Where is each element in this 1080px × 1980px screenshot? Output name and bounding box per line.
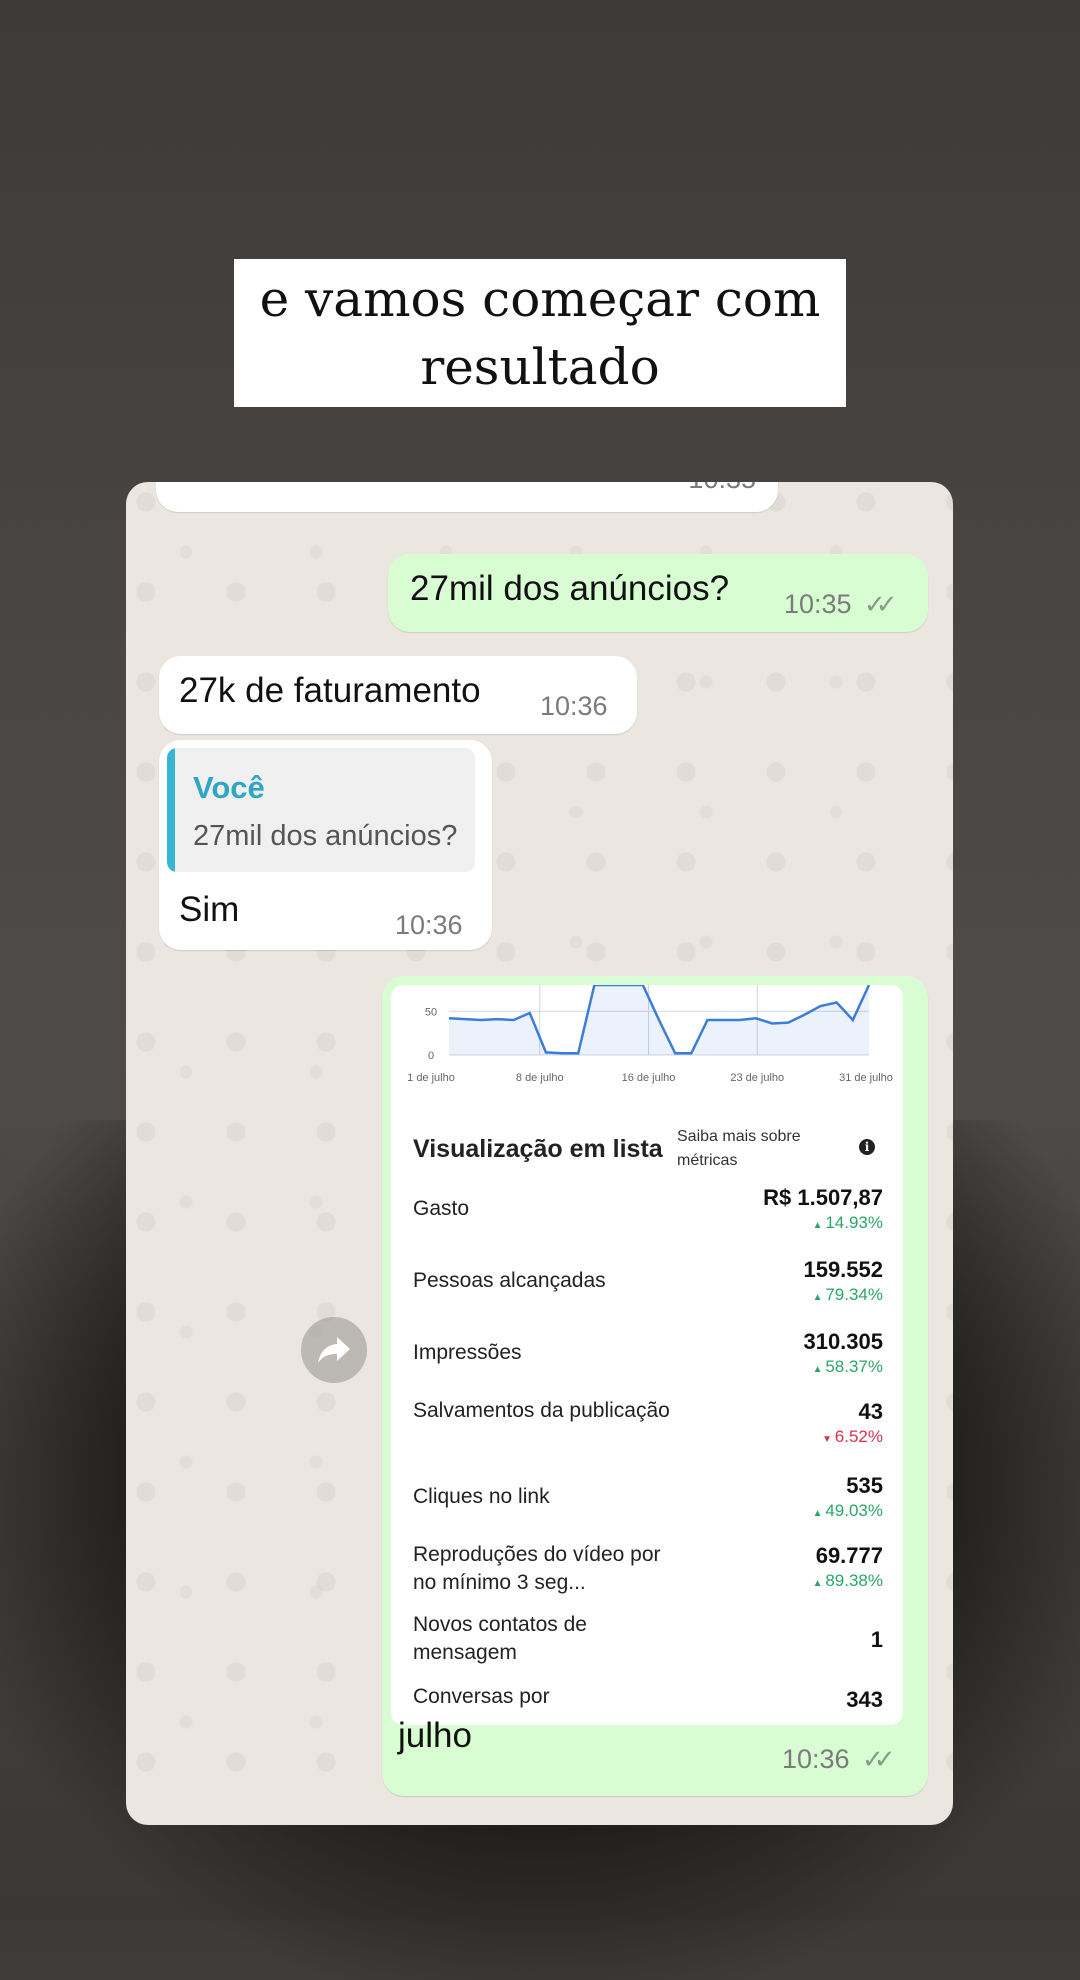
message-time: 10:36 bbox=[782, 1744, 850, 1774]
read-receipt-icon: ✓✓ bbox=[864, 589, 897, 619]
story-caption: e vamos começar com resultado bbox=[234, 259, 846, 407]
metric-change: ▲ 14.93% bbox=[813, 1213, 883, 1233]
metrics-line-chart: 0 50 1 de julho 8 de julho 16 de julho 23 de … bbox=[407, 985, 893, 1084]
metric-value: 69.777 bbox=[815, 1543, 883, 1568]
triangle-up-icon: ▲ bbox=[812, 1292, 826, 1303]
chart-x-tick: 8 de julho bbox=[516, 1072, 564, 1084]
message-outgoing[interactable]: 27mil dos anúncios? 10:35 ✓✓ bbox=[388, 554, 928, 632]
triangle-up-icon: ▲ bbox=[812, 1364, 826, 1375]
message-time: 10:36 bbox=[540, 691, 608, 721]
chart-y-tick: 50 bbox=[425, 1006, 437, 1018]
metric-change: ▲ 49.03% bbox=[813, 1501, 883, 1521]
metric-change-value: 79.34% bbox=[825, 1285, 883, 1304]
metric-value: 310.305 bbox=[803, 1329, 883, 1354]
metric-value: 159.552 bbox=[803, 1257, 883, 1282]
metric-row[interactable]: Novos contatos de mensagem 1 bbox=[413, 1613, 883, 1673]
metric-row[interactable]: Gasto R$ 1.507,87 ▲ 14.93% bbox=[413, 1185, 883, 1245]
quote-text: 27mil dos anúncios? bbox=[193, 820, 458, 852]
metric-label: Novos contatos de mensagem bbox=[413, 1613, 587, 1664]
chart-y-tick: 0 bbox=[428, 1050, 434, 1062]
message-text: Ok bbox=[180, 482, 225, 490]
metric-row[interactable]: Salvamentos da publicação 43 ▼ 6.52% bbox=[413, 1399, 883, 1459]
message-time: 10:35 bbox=[688, 482, 756, 495]
metric-label: Conversas por bbox=[413, 1685, 550, 1708]
chart-x-tick: 23 de julho bbox=[730, 1072, 784, 1084]
metric-label: Reproduções do vídeo por no mínimo 3 seg… bbox=[413, 1543, 661, 1594]
metric-change-value: 89.38% bbox=[825, 1571, 883, 1590]
message-incoming[interactable]: 27k de faturamento 10:36 bbox=[159, 656, 637, 734]
metric-label: Pessoas alcançadas bbox=[413, 1269, 606, 1292]
message-incoming-reply[interactable]: Você 27mil dos anúncios? Sim 10:36 bbox=[159, 740, 492, 950]
metric-row[interactable]: Pessoas alcançadas 159.552 ▲ 79.34% bbox=[413, 1257, 883, 1317]
metrics-screenshot[interactable]: 0 50 1 de julho 8 de julho 16 de julho 23 de … bbox=[391, 985, 903, 1725]
metric-label: Gasto bbox=[413, 1197, 470, 1220]
message-time: 10:35 bbox=[784, 589, 852, 619]
message-incoming-cut[interactable]: Ok 10:35 bbox=[156, 482, 778, 512]
triangle-up-icon: ▲ bbox=[812, 1578, 826, 1589]
quote-author: Você bbox=[193, 770, 265, 805]
forward-icon bbox=[318, 1337, 350, 1363]
metric-value: 535 bbox=[846, 1473, 883, 1498]
metric-row[interactable]: Reproduções do vídeo por no mínimo 3 seg… bbox=[413, 1543, 883, 1603]
chat-screenshot: Ok 10:35 27mil dos anúncios? 10:35 ✓✓ 27… bbox=[126, 482, 953, 1825]
chart-x-tick: 1 de julho bbox=[407, 1072, 455, 1084]
message-text: 27k de faturamento bbox=[179, 671, 481, 710]
list-view-title: Visualização em lista bbox=[413, 1135, 663, 1163]
metric-change: ▼ 6.52% bbox=[822, 1427, 883, 1447]
metric-value: R$ 1.507,87 bbox=[763, 1185, 883, 1210]
chart-x-tick: 16 de julho bbox=[622, 1072, 676, 1084]
forward-button[interactable] bbox=[301, 1317, 367, 1383]
metric-change-value: 14.93% bbox=[825, 1213, 883, 1232]
caption-line-1: e vamos começar com bbox=[259, 270, 821, 328]
metric-change: ▲ 79.34% bbox=[813, 1285, 883, 1305]
metric-change-value: 49.03% bbox=[825, 1501, 883, 1520]
message-outgoing-image[interactable]: 0 50 1 de julho 8 de julho 16 de julho 23 de … bbox=[382, 976, 928, 1796]
metric-row[interactable]: Cliques no link 535 ▲ 49.03% bbox=[413, 1473, 883, 1533]
chart-x-tick: 31 de julho bbox=[839, 1072, 893, 1084]
metric-change: ▲ 89.38% bbox=[813, 1571, 883, 1591]
triangle-up-icon: ▲ bbox=[812, 1508, 826, 1519]
message-text: Sim bbox=[179, 890, 240, 929]
metric-row[interactable]: Impressões 310.305 ▲ 58.37% bbox=[413, 1329, 883, 1389]
metric-change-value: 6.52% bbox=[834, 1427, 883, 1446]
quoted-message[interactable]: Você 27mil dos anúncios? bbox=[167, 748, 475, 872]
triangle-down-icon: ▼ bbox=[822, 1434, 835, 1445]
metric-change-value: 58.37% bbox=[825, 1357, 883, 1376]
image-caption: julho bbox=[398, 1716, 472, 1755]
metric-value: 343 bbox=[846, 1687, 883, 1712]
metric-value: 43 bbox=[858, 1399, 883, 1424]
triangle-up-icon: ▲ bbox=[812, 1220, 826, 1231]
message-text: 27mil dos anúncios? bbox=[410, 569, 730, 608]
quote-accent-bar bbox=[167, 748, 175, 872]
metric-change: ▲ 58.37% bbox=[813, 1357, 883, 1377]
message-time: 10:36 bbox=[395, 910, 463, 940]
read-receipt-icon: ✓✓ bbox=[862, 1744, 895, 1774]
caption-line-2: resultado bbox=[420, 338, 660, 396]
info-icon[interactable]: i bbox=[859, 1139, 875, 1155]
metric-label: Impressões bbox=[413, 1341, 522, 1364]
metric-value: 1 bbox=[870, 1627, 883, 1652]
metric-label: Salvamentos da publicação bbox=[413, 1399, 670, 1422]
metric-row[interactable]: Conversas por 343 bbox=[413, 1683, 883, 1725]
learn-more-link[interactable]: Saiba mais sobre métricas bbox=[677, 1125, 817, 1173]
metric-label: Cliques no link bbox=[413, 1485, 550, 1508]
